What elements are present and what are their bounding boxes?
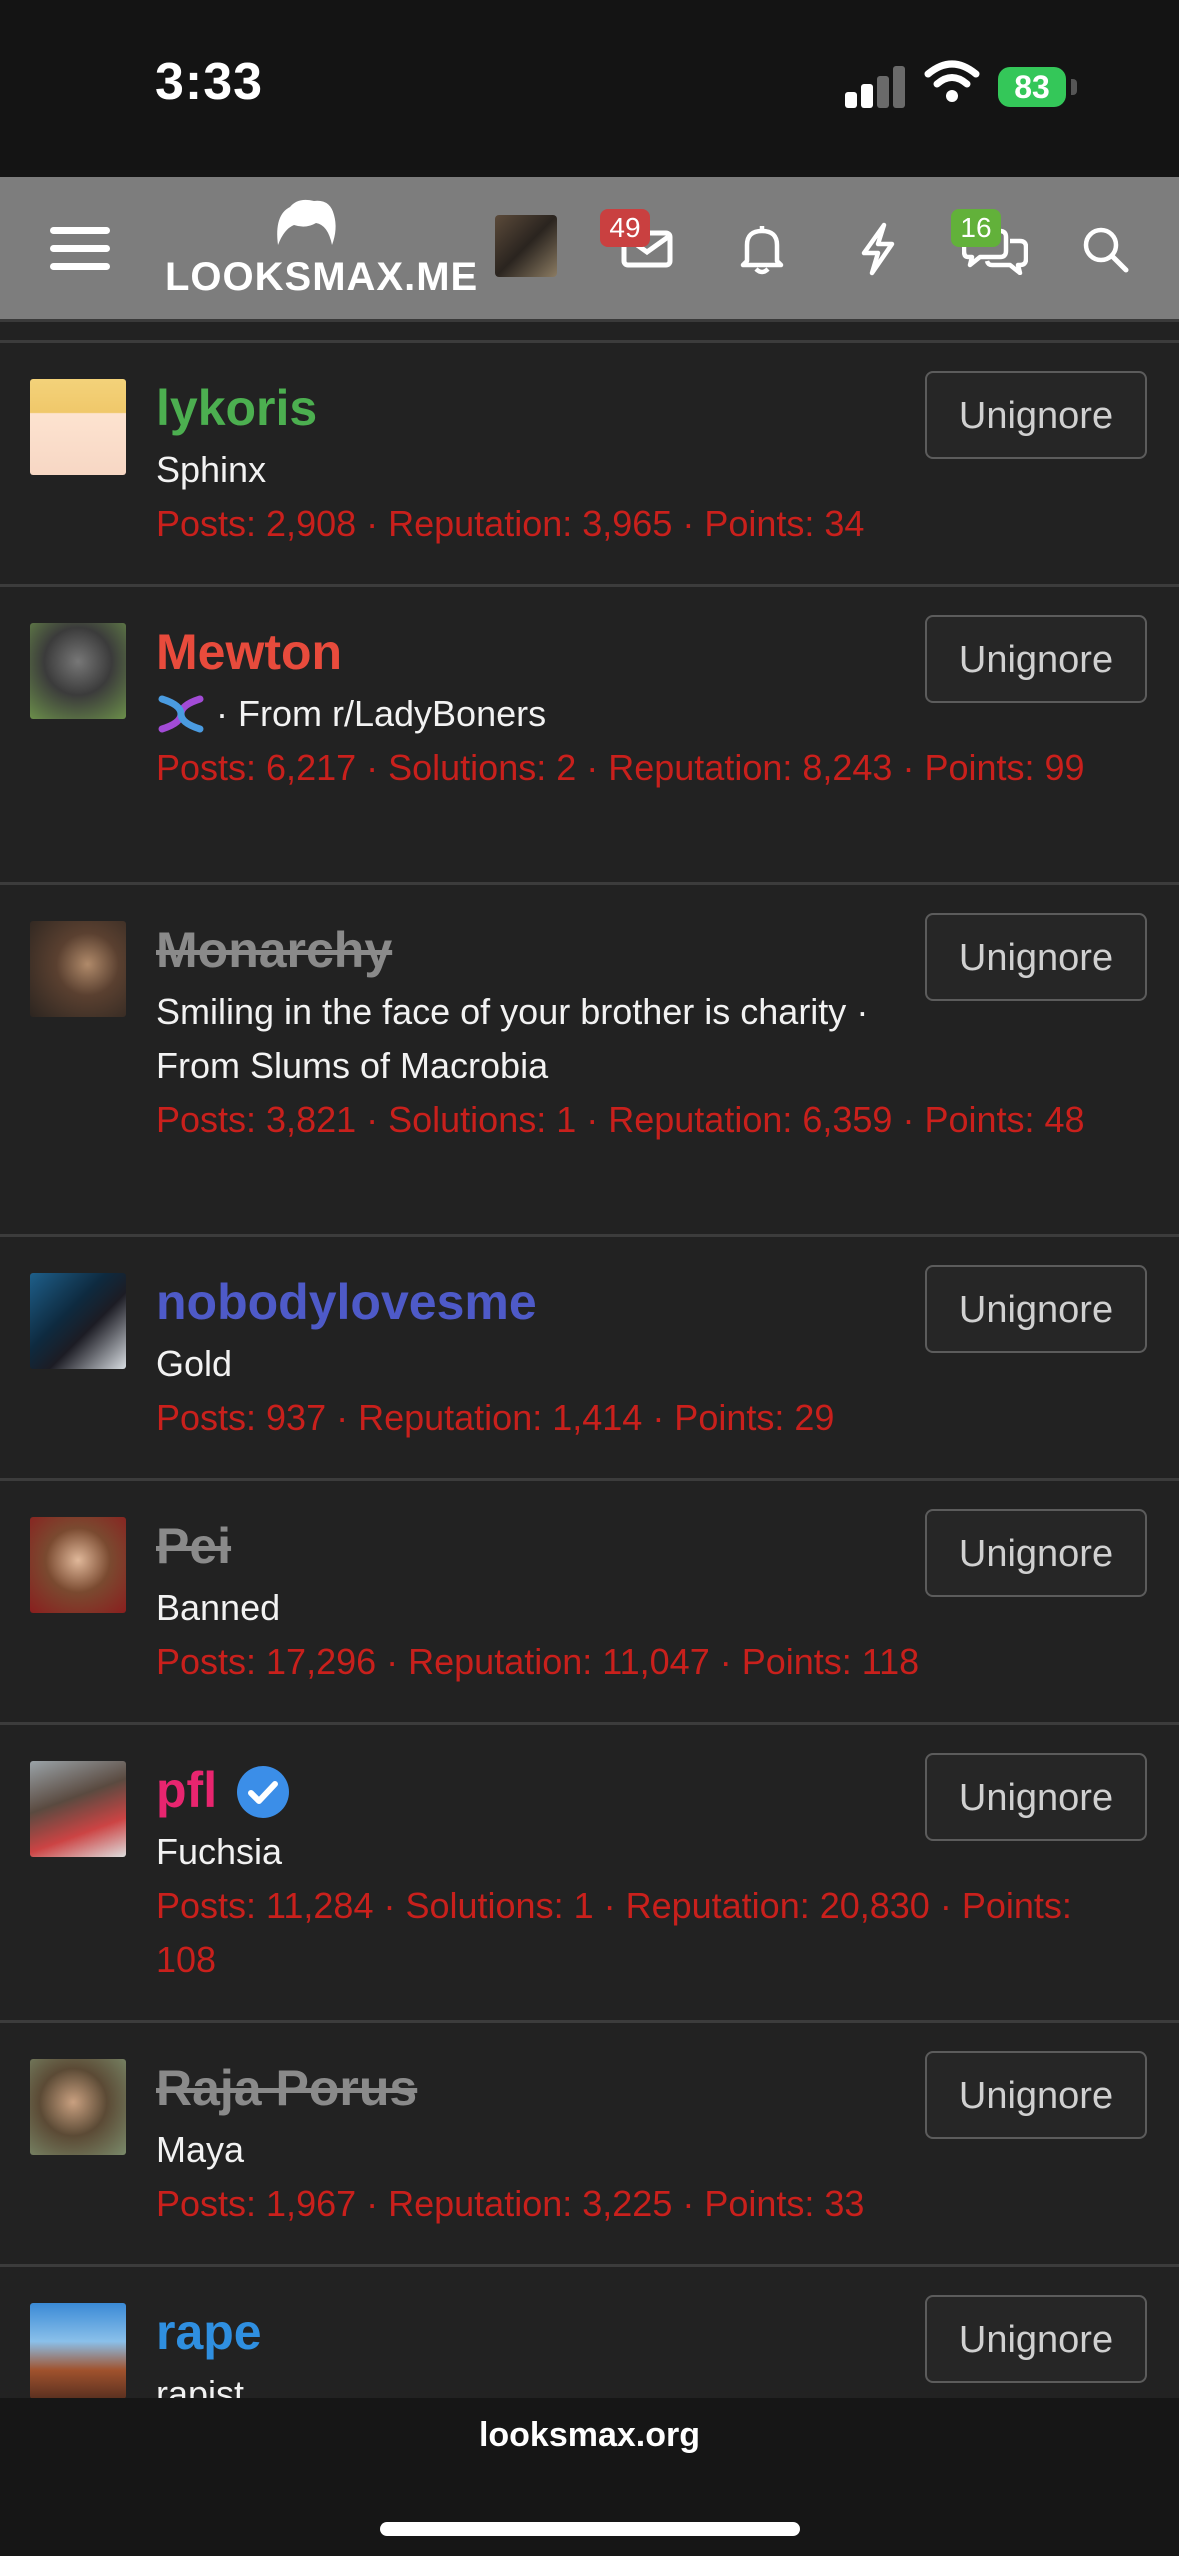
search-icon <box>1083 227 1129 273</box>
battery-indicator: 83 <box>998 67 1066 107</box>
cellular-signal-icon <box>845 64 905 108</box>
account-avatar[interactable] <box>495 215 557 277</box>
bell-icon <box>740 226 784 275</box>
avatar[interactable] <box>30 379 126 475</box>
avatar[interactable] <box>30 623 126 719</box>
user-title: · From r/LadyBoners <box>216 693 547 734</box>
unignore-button[interactable]: Unignore <box>925 1753 1147 1841</box>
user-title: Banned <box>156 1587 281 1628</box>
battery-cap <box>1071 79 1077 95</box>
search-button[interactable] <box>1070 217 1140 281</box>
user-stats: Posts: 1,967 · Reputation: 3,225 · Point… <box>156 2183 865 2224</box>
list-item: Monarchy Smiling in the face of your bro… <box>0 882 1179 1234</box>
status-time: 3:33 <box>155 53 264 111</box>
wifi-icon <box>924 60 980 102</box>
unignore-button[interactable]: Unignore <box>925 913 1147 1001</box>
battery-level: 83 <box>1014 69 1050 105</box>
list-item: rape rapist Unignore <box>0 2264 1179 2404</box>
avatar[interactable] <box>30 1517 126 1613</box>
whats-new-button[interactable] <box>843 217 913 281</box>
menu-button[interactable] <box>40 217 120 281</box>
unignore-button[interactable]: Unignore <box>925 1265 1147 1353</box>
user-stats: Posts: 937 · Reputation: 1,414 · Points:… <box>156 1397 835 1438</box>
unignore-button[interactable]: Unignore <box>925 615 1147 703</box>
avatar[interactable] <box>30 1273 126 1369</box>
unignore-button[interactable]: Unignore <box>925 2295 1147 2383</box>
username[interactable]: Mewton <box>156 623 342 681</box>
user-title: Gold <box>156 1343 233 1384</box>
username[interactable]: nobodylovesme <box>156 1273 537 1331</box>
user-title: Sphinx <box>156 449 267 490</box>
list-item: lykoris Sphinx Posts: 2,908 · Reputation… <box>0 340 1179 584</box>
status-bar: 3:33 83 <box>0 0 1179 177</box>
unignore-button[interactable]: Unignore <box>925 371 1147 459</box>
list-item: Raja Porus Maya Posts: 1,967 · Reputatio… <box>0 2020 1179 2264</box>
logo-text: LOOKSMAX.ME <box>165 255 479 299</box>
user-stats: Posts: 3,821 · Solutions: 1 · Reputation… <box>156 1099 1085 1140</box>
username[interactable]: lykoris <box>156 379 317 437</box>
bolt-icon <box>861 222 895 276</box>
home-indicator[interactable] <box>380 2522 800 2536</box>
unignore-button[interactable]: Unignore <box>925 2051 1147 2139</box>
avatar[interactable] <box>30 921 126 1017</box>
list-item: Mewton · From r/LadyBoners Posts: 6,217 … <box>0 584 1179 882</box>
list-item: Pei Banned Posts: 17,296 · Reputation: 1… <box>0 1478 1179 1722</box>
user-stats: Posts: 17,296 · Reputation: 11,047 · Poi… <box>156 1641 920 1682</box>
user-stats: Posts: 2,908 · Reputation: 3,965 · Point… <box>156 503 865 544</box>
user-title: Smiling in the face of your brother is c… <box>156 991 869 1086</box>
list-item: pfl Fuchsia Posts: 11,284 · Solutions: 1… <box>0 1722 1179 2020</box>
browser-bottom-bar: looksmax.org <box>0 2398 1179 2556</box>
address-bar-url[interactable]: looksmax.org <box>0 2416 1179 2455</box>
unignore-button[interactable]: Unignore <box>925 1509 1147 1597</box>
inbox-count-badge: 49 <box>600 209 650 247</box>
avatar[interactable] <box>30 2059 126 2155</box>
username[interactable]: Monarchy <box>156 921 392 979</box>
username[interactable]: Pei <box>156 1517 231 1575</box>
site-logo[interactable]: LOOKSMAX.ME <box>165 195 479 305</box>
user-title: Maya <box>156 2129 245 2170</box>
conversations-count-badge: 16 <box>951 209 1001 247</box>
verified-badge-icon <box>236 1765 290 1819</box>
hamburger-icon <box>50 227 110 234</box>
alerts-button[interactable] <box>727 217 797 281</box>
username[interactable]: rape <box>156 2303 262 2361</box>
hair-logo-icon <box>277 199 336 245</box>
dna-icon <box>156 693 206 735</box>
user-title: Fuchsia <box>156 1831 283 1872</box>
user-stats: Posts: 6,217 · Solutions: 2 · Reputation… <box>156 747 1085 788</box>
avatar[interactable] <box>30 1761 126 1857</box>
avatar[interactable] <box>30 2303 126 2399</box>
username[interactable]: pfl <box>156 1761 217 1819</box>
user-stats: Posts: 11,284 · Solutions: 1 · Reputatio… <box>156 1885 1072 1980</box>
username[interactable]: Raja Porus <box>156 2059 417 2117</box>
top-navigation: LOOKSMAX.ME 49 16 <box>0 177 1179 322</box>
list-item: nobodylovesme Gold Posts: 937 · Reputati… <box>0 1234 1179 1478</box>
